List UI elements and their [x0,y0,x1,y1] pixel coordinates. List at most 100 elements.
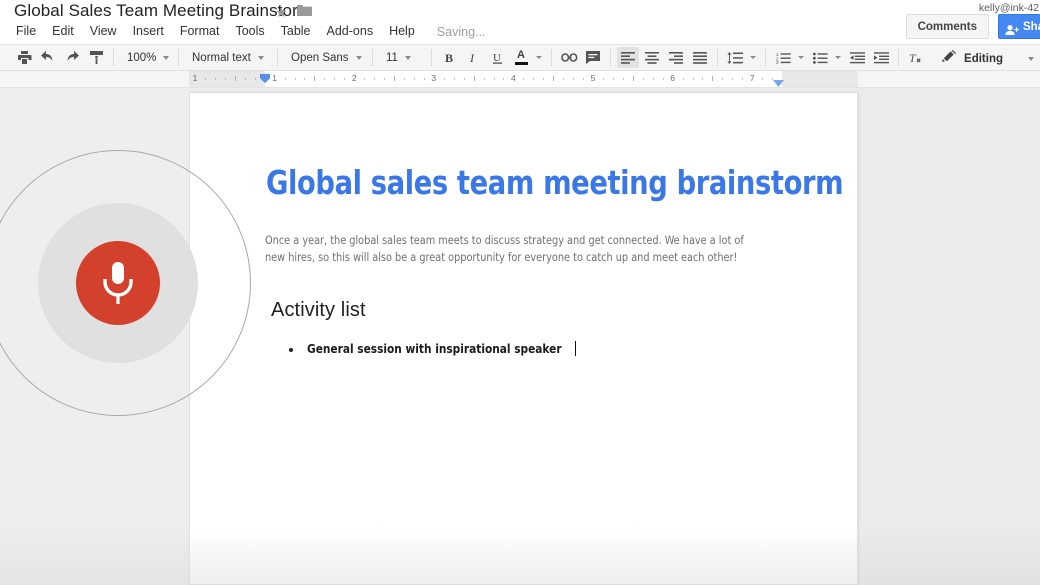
document-paragraph: Once a year, the global sales team meets… [265,233,744,264]
ruler-tick [384,78,386,80]
chevron-down-icon[interactable] [798,56,804,59]
ruler-track[interactable]: 1 1 2 3 4 5 6 7 [189,71,858,87]
align-justify-icon[interactable] [689,47,711,68]
clear-formatting-icon[interactable]: T [905,47,927,68]
ruler-tick [612,78,614,80]
ruler-tick [642,78,644,80]
align-center-icon[interactable] [641,47,663,68]
editing-mode-select[interactable]: Editing [942,48,1034,69]
svg-text:T: T [909,51,917,65]
ruler-tick [622,78,624,80]
ruler-tick [563,78,565,80]
ruler-tick [493,78,495,80]
chevron-down-icon [355,55,362,60]
svg-text:U: U [493,52,501,64]
font-family-value: Open Sans [291,51,349,64]
ruler-number: 2 [351,73,357,83]
ruler-tick [364,78,366,80]
voice-typing-mic-button[interactable] [76,241,160,325]
font-family-select[interactable]: Open Sans [285,47,365,68]
numbered-list-icon[interactable]: 123 [772,47,794,68]
menu-item-file[interactable]: File [14,23,44,40]
microphone-icon [101,260,135,306]
ruler-tick [403,78,405,80]
menu-item-view[interactable]: View [82,23,125,40]
paragraph-style-select[interactable]: Normal text [186,47,270,68]
undo-arrow-icon[interactable] [37,47,59,68]
chevron-down-icon[interactable] [750,56,756,59]
person-add-icon [1005,21,1019,38]
document-canvas: Global sales team meeting brainstorm Onc… [0,88,1040,585]
menu-item-help[interactable]: Help [381,23,423,40]
menu-item-edit[interactable]: Edit [44,23,82,40]
align-right-icon[interactable] [665,47,687,68]
editing-mode-label: Editing [964,52,1003,65]
ruler-tick [792,76,793,81]
align-left-icon[interactable] [617,47,639,68]
paint-format-icon[interactable] [85,47,107,68]
ruler-number: 1 [192,73,198,83]
ruler-tick [742,78,744,80]
menu-item-tools[interactable]: Tools [227,23,272,40]
folder-icon[interactable] [297,4,312,17]
chevron-down-icon[interactable] [536,56,542,59]
underline-button[interactable]: U [486,47,508,68]
zoom-select[interactable]: 100% [121,47,171,68]
ruler[interactable]: 1 1 2 3 4 5 6 7 [0,71,1040,88]
ruler-tick [374,78,376,80]
star-outline-icon[interactable]: ★ [275,4,288,21]
menu-item-format[interactable]: Format [172,23,228,40]
document-title[interactable]: Global Sales Team Meeting Brainstorm [14,1,312,21]
add-comment-icon[interactable] [582,47,604,68]
chevron-down-icon [163,55,170,60]
list-item[interactable]: General session with inspirational speak… [289,341,577,356]
increase-indent-icon[interactable] [870,47,892,68]
ruler-tick [284,78,286,80]
share-button[interactable]: Share [998,14,1040,39]
text-color-swatch [514,62,528,65]
ruler-number: 4 [511,73,516,83]
ruler-tick [214,78,216,80]
ruler-tick [453,78,455,80]
ruler-tick [553,76,555,81]
line-spacing-icon[interactable] [724,47,746,68]
chevron-down-icon [404,55,411,60]
bulleted-list-icon[interactable] [809,47,831,68]
ruler-tick [762,78,764,80]
page-content[interactable]: Global sales team meeting brainstorm Onc… [190,93,857,584]
bold-button[interactable]: B [438,47,460,68]
print-icon[interactable] [13,47,35,68]
document-page[interactable]: Global sales team meeting brainstorm Onc… [189,92,858,585]
ruler-tick [304,78,306,80]
voice-typing-overlay [0,88,251,585]
ruler-number: 5 [590,73,596,83]
ruler-number: 7 [749,73,755,83]
italic-button[interactable]: I [462,47,484,68]
ruler-tick [523,78,525,80]
text-color-button[interactable]: A [510,47,532,68]
ruler-tick [443,78,445,80]
menu-item-add-ons[interactable]: Add-ons [319,23,382,40]
ruler-number: 3 [431,73,437,83]
ruler-tick [583,78,585,80]
chevron-down-icon[interactable] [835,56,841,59]
ruler-tick [334,78,336,80]
menu-bar: File Edit View Insert Format Tools Table… [14,23,485,40]
link-icon[interactable] [558,47,580,68]
list-item-label: General session with inspirational speak… [307,341,562,356]
paragraph-style-value: Normal text [192,51,251,64]
decrease-indent-icon[interactable] [846,47,868,68]
font-size-select[interactable]: 11 [380,47,424,68]
comments-button[interactable]: Comments [905,14,989,39]
ruler-tick [682,78,684,80]
user-email: kelly@ink-42. [978,2,1040,14]
document-heading: Global sales team meeting brainstorm [266,163,844,202]
font-size-value: 11 [386,51,398,64]
left-indent-marker[interactable] [259,72,271,83]
svg-text:B: B [445,51,453,64]
menu-item-insert[interactable]: Insert [125,23,172,40]
right-indent-marker[interactable] [773,75,784,87]
redo-arrow-icon[interactable] [61,47,83,68]
menu-item-table[interactable]: Table [273,23,319,40]
zoom-value: 100% [127,51,157,64]
